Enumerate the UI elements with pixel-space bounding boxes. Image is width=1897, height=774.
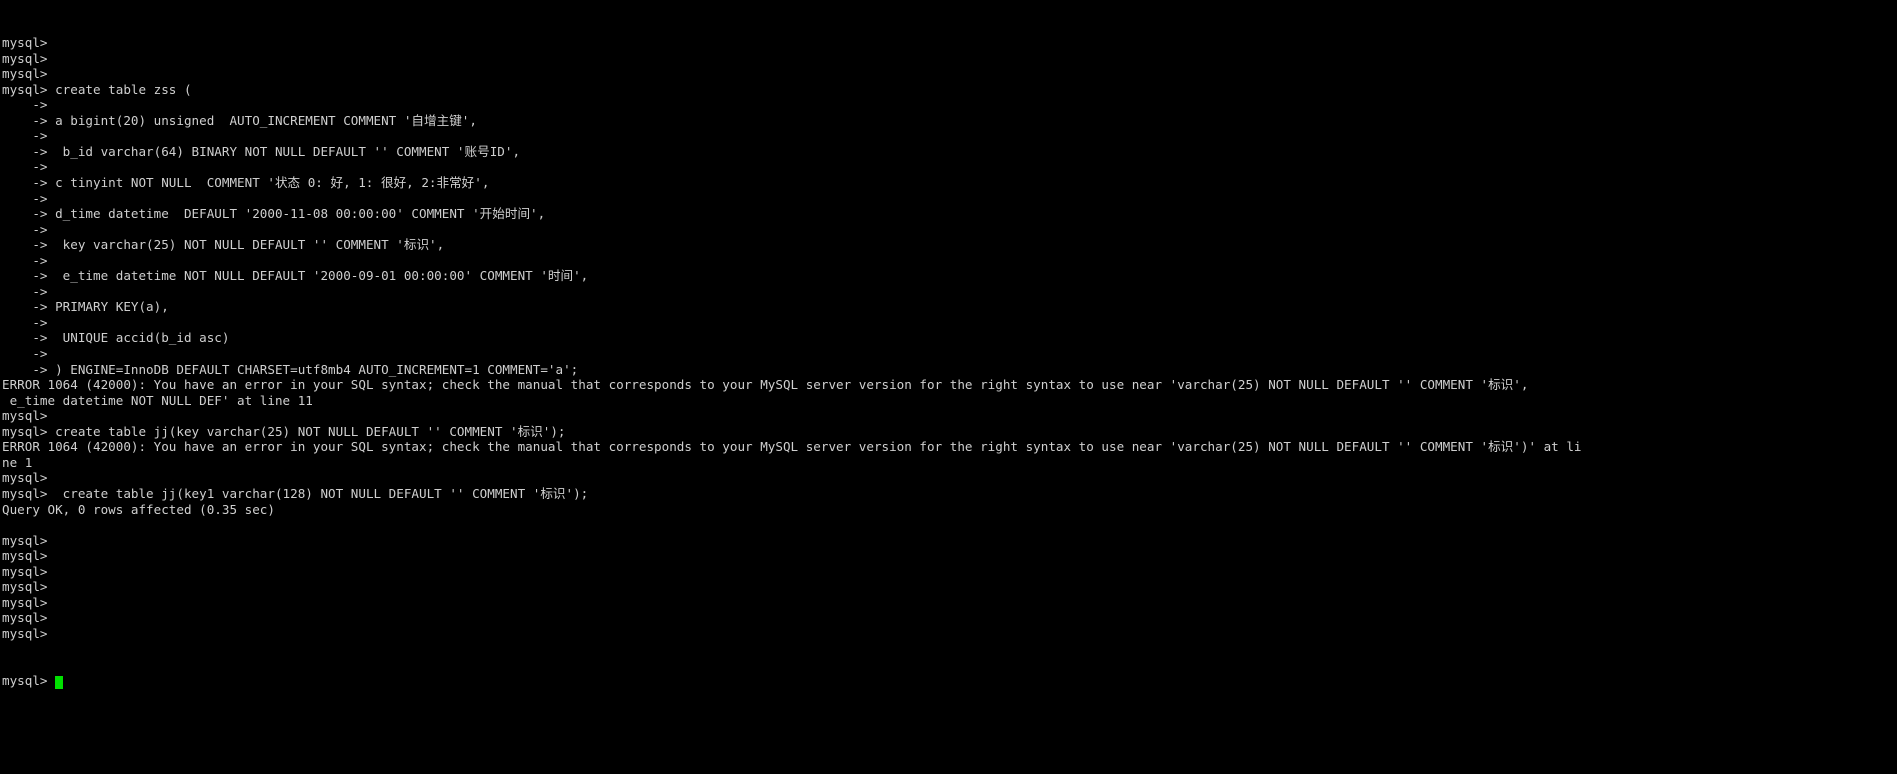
terminal-line: -> UNIQUE accid(b_id asc) bbox=[2, 330, 230, 346]
terminal-line: -> bbox=[2, 159, 48, 175]
terminal-line: mysql> bbox=[2, 625, 48, 641]
terminal-prompt: mysql> bbox=[2, 672, 56, 688]
terminal-line: ERROR 1064 (42000): You have an error in… bbox=[2, 439, 1582, 455]
terminal-line: mysql> bbox=[2, 408, 48, 424]
terminal-line: mysql> create table jj(key1 varchar(128)… bbox=[2, 485, 589, 501]
terminal-line: mysql> bbox=[2, 35, 48, 51]
terminal-line: -> a bigint(20) unsigned AUTO_INCREMENT … bbox=[2, 112, 477, 128]
terminal-line: mysql> bbox=[2, 66, 48, 82]
terminal-line: e_time datetime NOT NULL DEF' at line 11 bbox=[2, 392, 313, 408]
terminal-line: -> bbox=[2, 221, 48, 237]
terminal-line: mysql> bbox=[2, 563, 48, 579]
terminal-line: -> bbox=[2, 252, 48, 268]
terminal-line: mysql> bbox=[2, 579, 48, 595]
terminal-line: mysql> bbox=[2, 470, 48, 486]
terminal-line: mysql> create table jj(key varchar(25) N… bbox=[2, 423, 566, 439]
terminal-line: mysql> create table zss ( bbox=[2, 81, 192, 97]
terminal-line: -> bbox=[2, 190, 48, 206]
terminal-line: -> bbox=[2, 314, 48, 330]
terminal-line: ERROR 1064 (42000): You have an error in… bbox=[2, 377, 1529, 393]
terminal-line: -> PRIMARY KEY(a), bbox=[2, 299, 169, 315]
terminal-line: -> bbox=[2, 128, 48, 144]
terminal-line: mysql> bbox=[2, 50, 48, 66]
terminal-line: -> bbox=[2, 283, 48, 299]
terminal-screen[interactable]: mysql> mysql> mysql> mysql> create table zs… bbox=[0, 0, 1897, 774]
terminal-line: mysql> bbox=[2, 594, 48, 610]
terminal-line: -> bbox=[2, 346, 48, 362]
terminal-prompt-line: mysql> bbox=[2, 673, 1897, 689]
terminal-line: mysql> bbox=[2, 610, 48, 626]
terminal-line: -> b_id varchar(64) BINARY NOT NULL DEFA… bbox=[2, 143, 521, 159]
terminal-line: Query OK, 0 rows affected (0.35 sec) bbox=[2, 501, 275, 517]
terminal-line: mysql> bbox=[2, 532, 48, 548]
terminal-line: -> c tinyint NOT NULL COMMENT '状态 0: 好, … bbox=[2, 175, 490, 191]
terminal-line: -> ) ENGINE=InnoDB DEFAULT CHARSET=utf8m… bbox=[2, 361, 579, 377]
terminal-cursor[interactable] bbox=[55, 675, 63, 689]
terminal-line: -> bbox=[2, 97, 48, 113]
terminal-line: -> d_time datetime DEFAULT '2000-11-08 0… bbox=[2, 206, 546, 222]
terminal-line: -> e_time datetime NOT NULL DEFAULT '200… bbox=[2, 268, 589, 284]
terminal-line: ne 1 bbox=[2, 454, 33, 470]
terminal-line: -> key varchar(25) NOT NULL DEFAULT '' C… bbox=[2, 237, 445, 253]
terminal-line: mysql> bbox=[2, 548, 48, 564]
terminal-output: mysql> mysql> mysql> mysql> create table zs… bbox=[2, 35, 1897, 641]
